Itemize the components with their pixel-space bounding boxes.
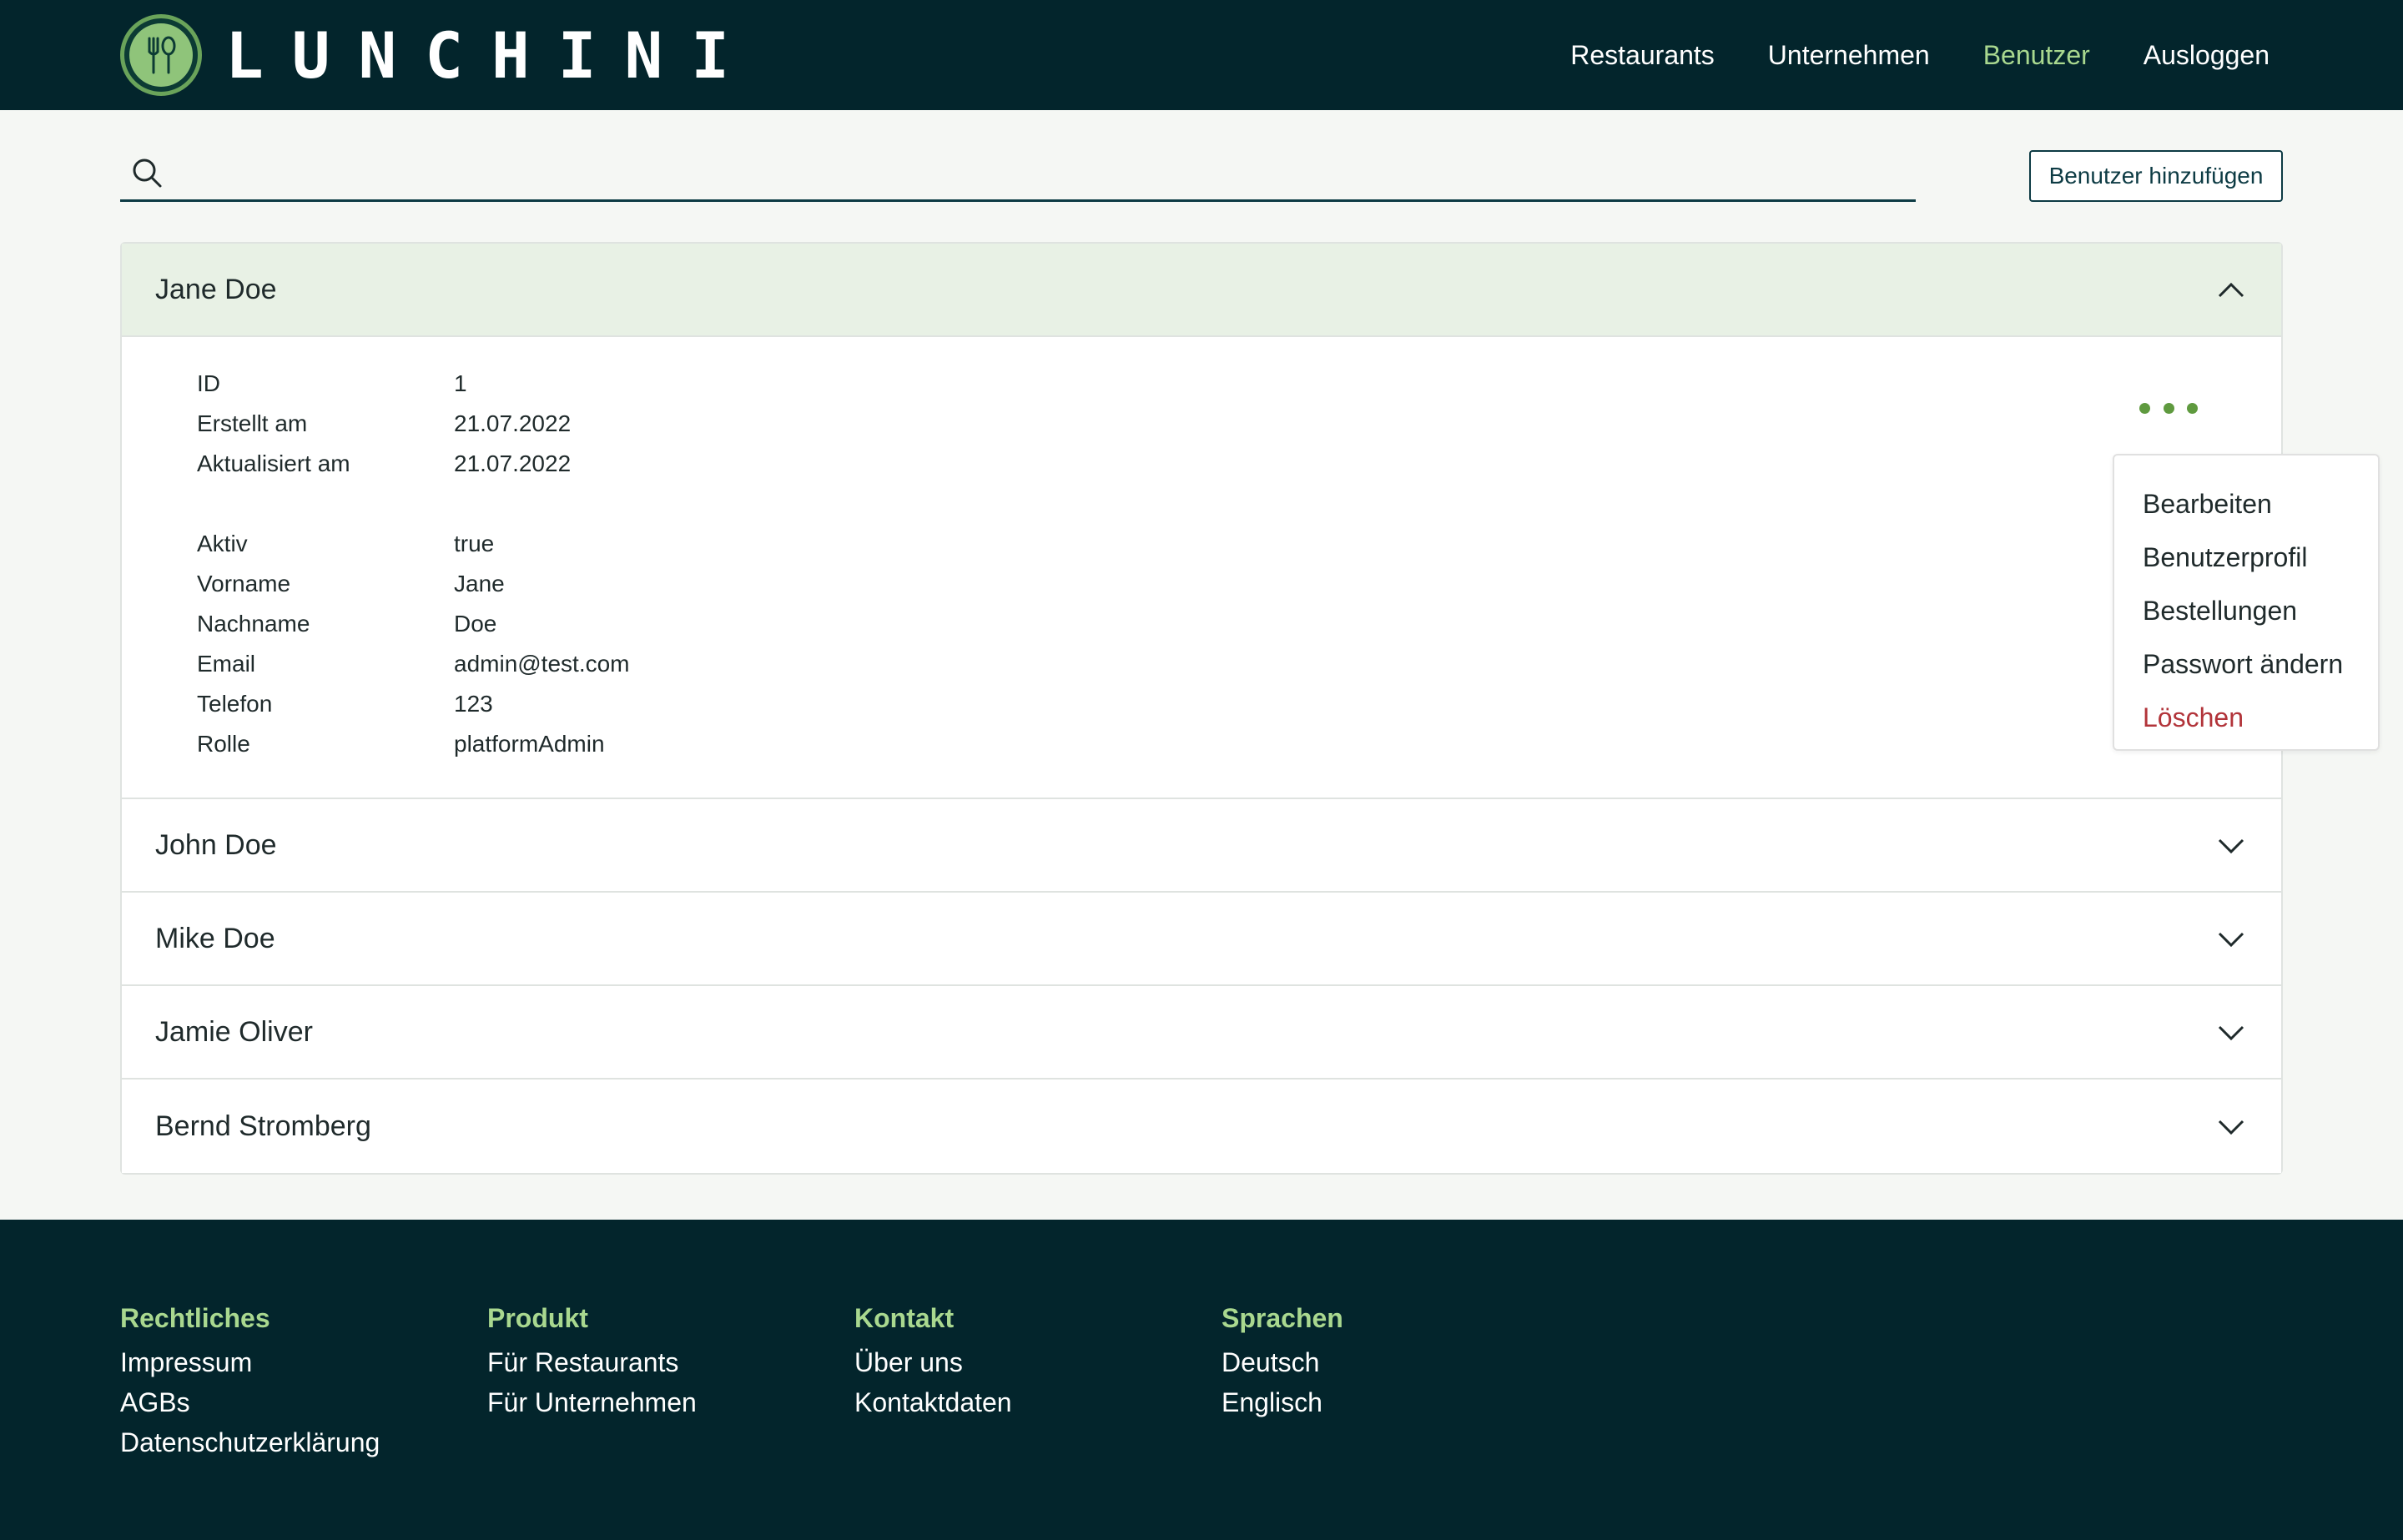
footer-col-legal: Rechtliches Impressum AGBs Datenschutzer…: [120, 1303, 380, 1462]
detail-active: Aktiv true: [197, 531, 495, 556]
detail-phone: Telefon 123: [197, 691, 493, 717]
footer-link-contact-data[interactable]: Kontaktdaten: [854, 1382, 1012, 1422]
accordion-header-jane-doe[interactable]: Jane Doe: [122, 244, 2281, 337]
search-icon: [133, 159, 162, 187]
footer-col-contact: Kontakt Über uns Kontaktdaten: [854, 1303, 1012, 1422]
footer-link-privacy[interactable]: Datenschutzerklärung: [120, 1422, 380, 1462]
logo-icon: [120, 14, 202, 96]
footer-col-languages: Sprachen Deutsch Englisch: [1222, 1303, 1343, 1422]
user-name: Mike Doe: [155, 922, 275, 954]
nav-logout[interactable]: Ausloggen: [2144, 40, 2270, 71]
footer-link-for-restaurants[interactable]: Für Restaurants: [487, 1342, 697, 1382]
brand-logo[interactable]: LUNCHINI: [120, 13, 758, 97]
menu-item-profile[interactable]: Benutzerprofil: [2114, 531, 2378, 584]
footer-link-for-companies[interactable]: Für Unternehmen: [487, 1382, 697, 1422]
user-name: Jane Doe: [155, 273, 277, 305]
menu-item-change-password[interactable]: Passwort ändern: [2114, 637, 2378, 691]
footer-heading: Sprachen: [1222, 1303, 1343, 1333]
footer-heading: Kontakt: [854, 1303, 955, 1333]
chevron-down-icon[interactable]: [2214, 1015, 2248, 1049]
footer-link-english[interactable]: Englisch: [1222, 1382, 1343, 1422]
brand-name: LUNCHINI: [225, 18, 758, 93]
nav-restaurants[interactable]: Restaurants: [1570, 40, 1715, 71]
user-name: John Doe: [155, 828, 277, 861]
accordion-header-bernd-stromberg[interactable]: Bernd Stromberg: [122, 1080, 2281, 1173]
page-footer: Rechtliches Impressum AGBs Datenschutzer…: [0, 1220, 2403, 1540]
footer-heading: Rechtliches: [120, 1303, 270, 1333]
users-accordion: Jane Doe ID 1 Erstellt am 21.07.2022 Akt…: [120, 242, 2380, 1175]
user-name: Jamie Oliver: [155, 1015, 313, 1048]
detail-updated: Aktualisiert am 21.07.2022: [197, 450, 572, 476]
accordion-header-mike-doe[interactable]: Mike Doe: [122, 893, 2281, 986]
menu-item-delete[interactable]: Löschen: [2114, 691, 2378, 744]
chevron-down-icon[interactable]: [2214, 922, 2248, 955]
accordion-header-john-doe[interactable]: John Doe: [122, 799, 2281, 893]
main-nav: Restaurants Unternehmen Benutzer Auslogg…: [1570, 0, 2270, 110]
footer-link-terms[interactable]: AGBs: [120, 1382, 380, 1422]
user-details-panel: ID 1 Erstellt am 21.07.2022 Aktualisiert…: [122, 337, 2380, 799]
detail-last-name: Nachname Doe: [197, 611, 497, 637]
footer-heading: Produkt: [487, 1303, 588, 1333]
search-input[interactable]: [167, 148, 1916, 199]
add-user-button[interactable]: Benutzer hinzufügen: [2029, 150, 2283, 202]
detail-role: Rolle platformAdmin: [197, 731, 605, 757]
user-name: Bernd Stromberg: [155, 1110, 371, 1142]
footer-col-product: Produkt Für Restaurants Für Unternehmen: [487, 1303, 697, 1422]
nav-users[interactable]: Benutzer: [1983, 40, 2090, 71]
menu-item-edit[interactable]: Bearbeiten: [2114, 477, 2378, 531]
detail-first-name: Vorname Jane: [197, 571, 505, 596]
chevron-up-icon[interactable]: [2214, 273, 2248, 306]
chevron-down-icon[interactable]: [2214, 1110, 2248, 1143]
menu-item-orders[interactable]: Bestellungen: [2114, 584, 2378, 637]
accordion-header-jamie-oliver[interactable]: Jamie Oliver: [122, 986, 2281, 1080]
nav-companies[interactable]: Unternehmen: [1768, 40, 1930, 71]
detail-created: Erstellt am 21.07.2022: [197, 410, 572, 436]
more-horizontal-icon[interactable]: [2139, 395, 2198, 420]
footer-link-german[interactable]: Deutsch: [1222, 1342, 1343, 1382]
detail-id: ID 1: [197, 370, 467, 396]
chevron-down-icon[interactable]: [2214, 828, 2248, 862]
search-bar: [120, 147, 1916, 202]
footer-link-imprint[interactable]: Impressum: [120, 1342, 380, 1382]
footer-link-about[interactable]: Über uns: [854, 1342, 1012, 1382]
user-actions-menu: Bearbeiten Benutzerprofil Bestellungen P…: [2113, 454, 2380, 751]
top-navbar: LUNCHINI Restaurants Unternehmen Benutze…: [0, 0, 2403, 110]
detail-email: Email admin@test.com: [197, 651, 630, 677]
